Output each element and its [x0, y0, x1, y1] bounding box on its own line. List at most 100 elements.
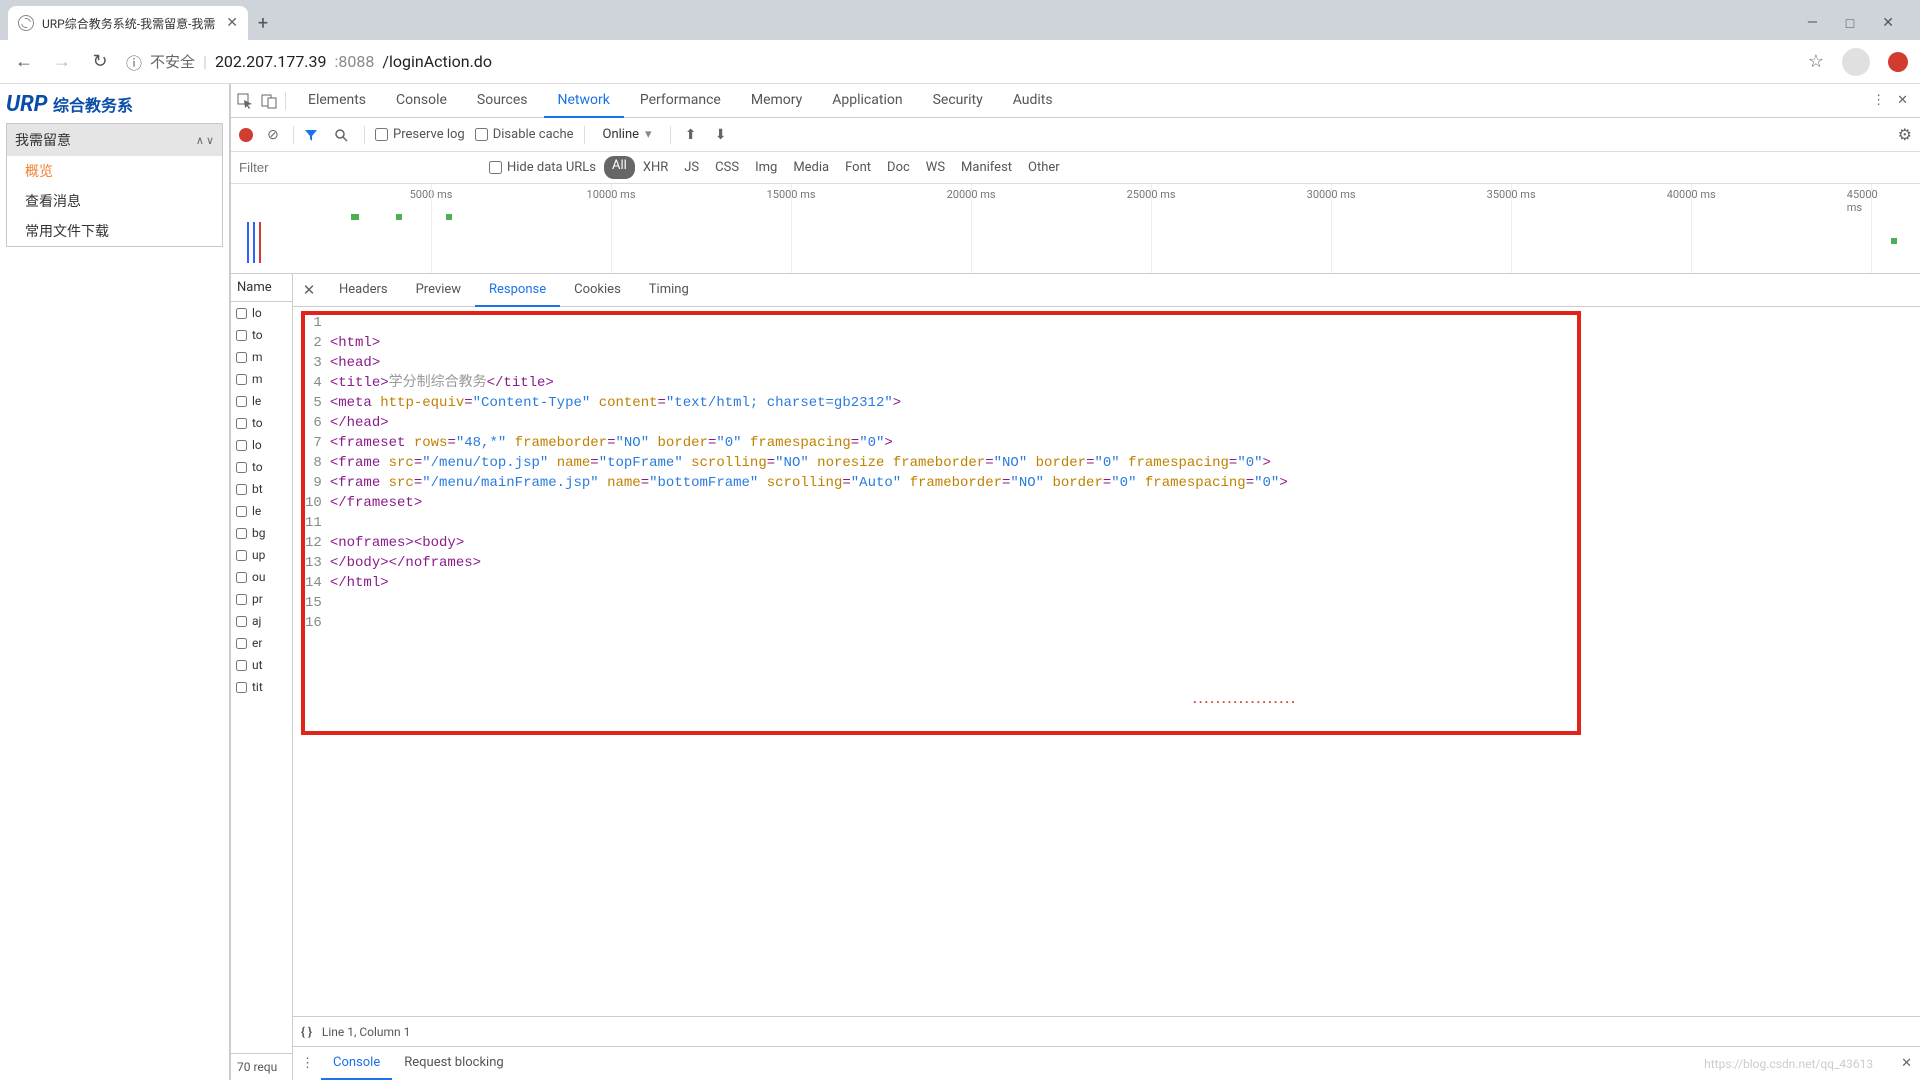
minimize-button[interactable]: — [1807, 15, 1818, 32]
request-row[interactable]: ut [231, 654, 292, 676]
type-filter-media[interactable]: Media [785, 156, 837, 179]
clear-icon[interactable]: ⊘ [263, 127, 283, 143]
request-checkbox[interactable] [236, 506, 247, 517]
code-line[interactable]: <meta http-equiv="Content-Type" content=… [330, 393, 1916, 413]
record-button[interactable] [239, 128, 253, 142]
request-checkbox[interactable] [236, 660, 247, 671]
request-checkbox[interactable] [236, 616, 247, 627]
code-line[interactable]: </frameset> [330, 493, 1916, 513]
request-checkbox[interactable] [236, 682, 247, 693]
request-row[interactable]: le [231, 390, 292, 412]
type-filter-ws[interactable]: WS [918, 156, 953, 179]
type-filter-js[interactable]: JS [676, 156, 707, 179]
request-row[interactable]: le [231, 500, 292, 522]
request-checkbox[interactable] [236, 374, 247, 385]
type-filter-font[interactable]: Font [837, 156, 879, 179]
preserve-log-checkbox[interactable]: Preserve log [375, 127, 465, 142]
browser-tab[interactable]: URP综合教务系统-我需留意-我需 ✕ [8, 6, 248, 40]
request-row[interactable]: bg [231, 522, 292, 544]
devtools-tab-security[interactable]: Security [919, 84, 997, 118]
download-har-icon[interactable]: ⬇ [711, 127, 731, 143]
devtools-tab-sources[interactable]: Sources [463, 84, 542, 118]
bookmark-star-icon[interactable]: ☆ [1808, 51, 1824, 72]
extension-icon[interactable] [1888, 52, 1908, 72]
request-row[interactable]: tit [231, 676, 292, 698]
settings-gear-icon[interactable]: ⚙ [1898, 125, 1912, 144]
request-checkbox[interactable] [236, 594, 247, 605]
devtools-tab-application[interactable]: Application [818, 84, 916, 118]
code-line[interactable]: <title>学分制综合教务</title> [330, 373, 1916, 393]
type-filter-doc[interactable]: Doc [879, 156, 918, 179]
code-line[interactable]: <frameset rows="48,*" frameborder="NO" b… [330, 433, 1916, 453]
request-row[interactable]: aj [231, 610, 292, 632]
response-body[interactable]: 12345678910111213141516 <html><head><tit… [293, 307, 1920, 1016]
side-item-1[interactable]: 查看消息 [7, 186, 222, 216]
type-filter-other[interactable]: Other [1020, 156, 1068, 179]
request-checkbox[interactable] [236, 352, 247, 363]
drawer-tab-request-blocking[interactable]: Request blocking [392, 1047, 515, 1080]
close-window-button[interactable]: ✕ [1882, 15, 1894, 32]
search-icon[interactable] [334, 128, 354, 142]
type-filter-all[interactable]: All [604, 156, 635, 179]
hide-data-urls-checkbox[interactable]: Hide data URLs [489, 160, 596, 175]
request-row[interactable]: lo [231, 434, 292, 456]
code-line[interactable]: </html> [330, 573, 1916, 593]
new-tab-button[interactable]: + [248, 13, 278, 34]
code-line[interactable]: <html> [330, 333, 1916, 353]
request-row[interactable]: to [231, 324, 292, 346]
code-line[interactable]: <frame src="/menu/mainFrame.jsp" name="b… [330, 473, 1916, 493]
code-line[interactable] [330, 613, 1916, 633]
code-line[interactable]: <head> [330, 353, 1916, 373]
filter-input[interactable] [231, 152, 481, 183]
detail-tab-headers[interactable]: Headers [325, 274, 402, 307]
code-line[interactable] [330, 513, 1916, 533]
back-button[interactable]: ← [12, 51, 36, 72]
devtools-tab-elements[interactable]: Elements [294, 84, 380, 118]
network-timeline[interactable]: 5000 ms10000 ms15000 ms20000 ms25000 ms3… [231, 184, 1920, 274]
request-checkbox[interactable] [236, 308, 247, 319]
devtools-tab-network[interactable]: Network [544, 84, 624, 118]
devtools-tab-performance[interactable]: Performance [626, 84, 735, 118]
type-filter-xhr[interactable]: XHR [635, 156, 676, 179]
side-panel-title[interactable]: 我需留意 ∧∨ [7, 124, 222, 156]
devtools-tab-memory[interactable]: Memory [737, 84, 816, 118]
request-checkbox[interactable] [236, 418, 247, 429]
request-row[interactable]: to [231, 456, 292, 478]
request-row[interactable]: m [231, 346, 292, 368]
request-row[interactable]: m [231, 368, 292, 390]
drawer-menu-icon[interactable]: ⋮ [301, 1056, 321, 1071]
type-filter-css[interactable]: CSS [707, 156, 747, 179]
request-checkbox[interactable] [236, 550, 247, 561]
device-toggle-icon[interactable] [261, 93, 285, 109]
name-column-header[interactable]: Name [231, 274, 292, 302]
code-line[interactable] [330, 593, 1916, 613]
code-line[interactable]: <frame src="/menu/top.jsp" name="topFram… [330, 453, 1916, 473]
request-row[interactable]: er [231, 632, 292, 654]
disable-cache-checkbox[interactable]: Disable cache [475, 127, 574, 142]
request-checkbox[interactable] [236, 330, 247, 341]
upload-har-icon[interactable]: ⬆ [681, 127, 701, 143]
forward-button[interactable]: → [50, 51, 74, 72]
format-icon[interactable]: { } [301, 1025, 312, 1039]
request-row[interactable]: pr [231, 588, 292, 610]
inspect-icon[interactable] [237, 93, 261, 109]
profile-avatar-icon[interactable] [1842, 48, 1870, 76]
devtools-tab-console[interactable]: Console [382, 84, 461, 118]
devtools-menu-icon[interactable]: ⋮ [1872, 93, 1885, 108]
request-row[interactable]: bt [231, 478, 292, 500]
reload-button[interactable]: ↻ [88, 51, 112, 72]
detail-tab-response[interactable]: Response [475, 274, 560, 307]
close-detail-icon[interactable]: ✕ [293, 281, 325, 299]
type-filter-manifest[interactable]: Manifest [953, 156, 1020, 179]
url-field[interactable]: ⓘ 不安全 | 202.207.177.39:8088/loginAction.… [126, 50, 1794, 74]
request-row[interactable]: ou [231, 566, 292, 588]
request-row[interactable]: up [231, 544, 292, 566]
request-checkbox[interactable] [236, 638, 247, 649]
devtools-close-icon[interactable]: ✕ [1897, 93, 1908, 108]
drawer-tab-console[interactable]: Console [321, 1047, 392, 1080]
code-line[interactable] [330, 313, 1916, 333]
side-item-0[interactable]: 概览 [7, 156, 222, 186]
type-filter-img[interactable]: Img [747, 156, 785, 179]
throttling-select[interactable]: Online ▾ [595, 127, 660, 142]
detail-tab-preview[interactable]: Preview [402, 274, 475, 307]
